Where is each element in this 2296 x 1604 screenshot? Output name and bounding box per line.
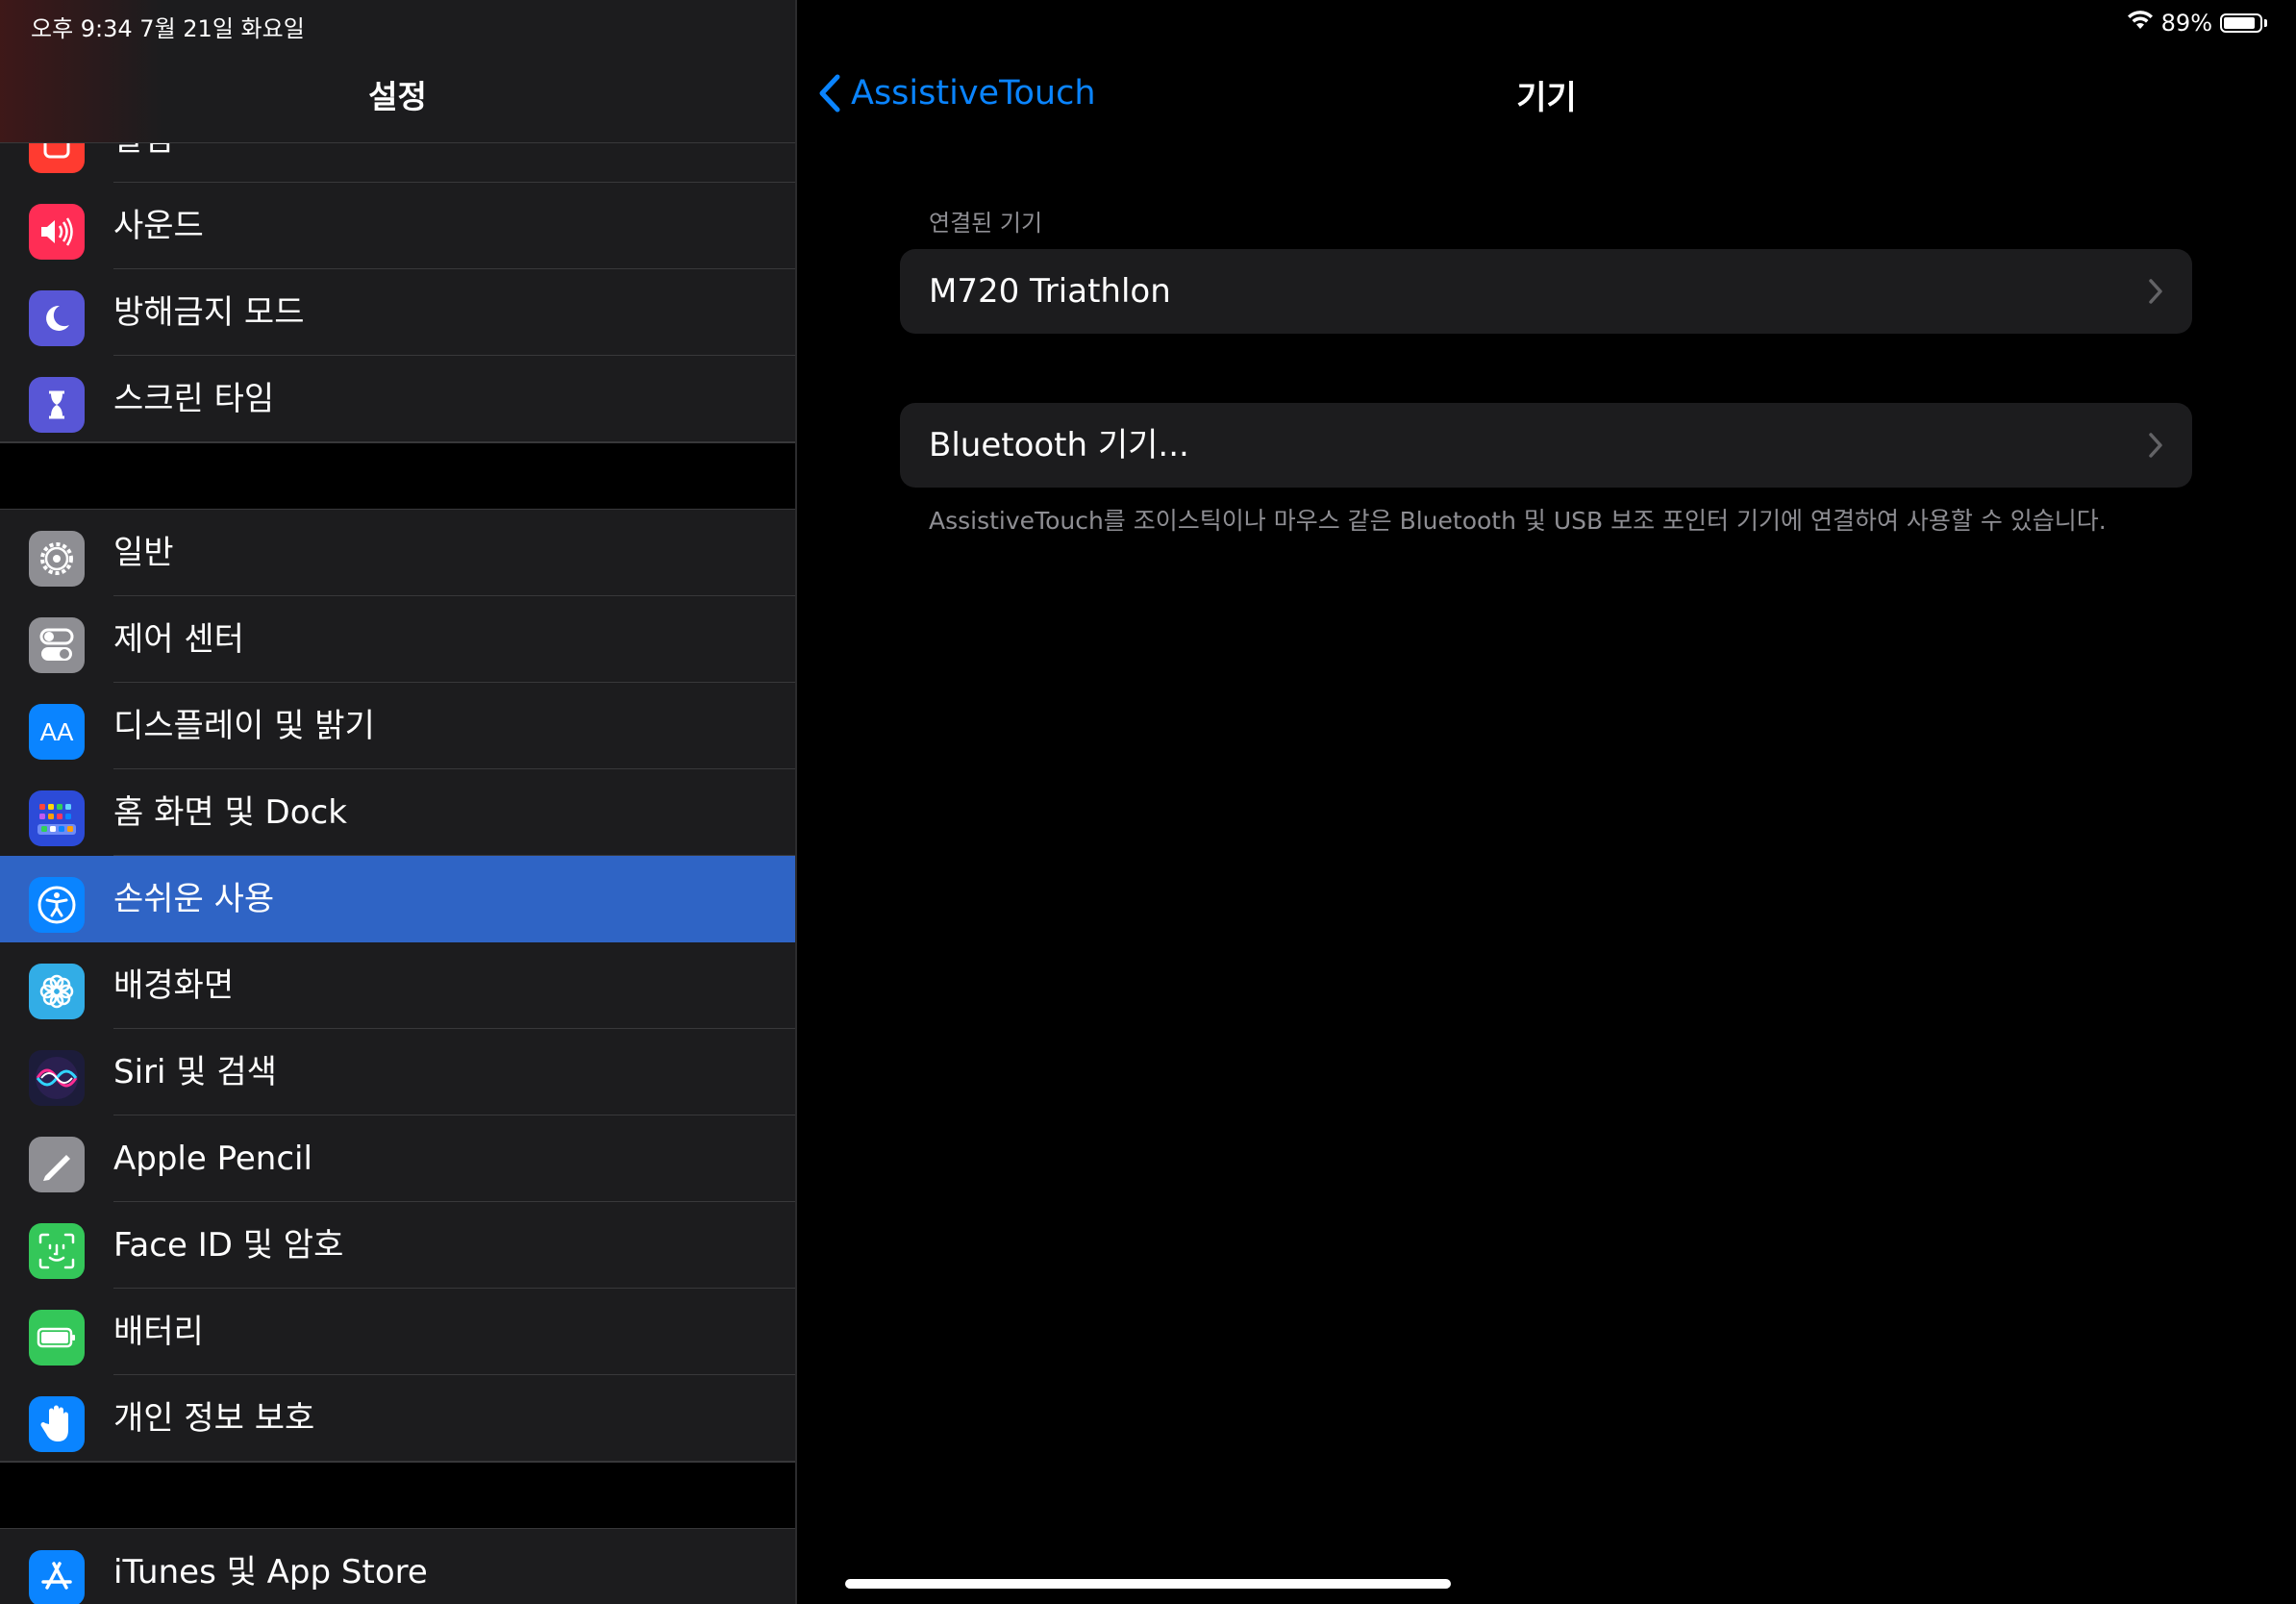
battery-indicator [2220, 13, 2262, 33]
sidebar-item-label: Apple Pencil [113, 1140, 312, 1178]
chevron-right-icon [2149, 433, 2162, 458]
connected-device-row[interactable]: M720 Triathlon [900, 249, 2192, 334]
row-divider [0, 441, 795, 442]
sidebar-item-siri-search[interactable]: Siri 및 검색 [0, 1029, 795, 1115]
sidebar-item-label: iTunes 및 App Store [113, 1553, 428, 1591]
text-size-glyph: AA [39, 716, 74, 746]
bluetooth-devices-row[interactable]: Bluetooth 기기... [900, 403, 2192, 488]
section-footer: AssistiveTouch를 조이스틱이나 마우스 같은 Bluetooth … [929, 507, 2107, 535]
connected-device-name: M720 Triathlon [929, 272, 1171, 311]
sidebar-item-face-id-passcode[interactable]: Face ID 및 암호 [0, 1202, 795, 1289]
sidebar-item-home-screen-dock[interactable]: 홈 화면 및 Dock [0, 769, 795, 856]
sidebar-item-label: 디스플레이 및 밝기 [113, 707, 375, 745]
sidebar-item-label: 개인 정보 보호 [113, 1399, 315, 1438]
sidebar-item-apple-pencil[interactable]: Apple Pencil [0, 1115, 795, 1202]
bluetooth-devices-label: Bluetooth 기기... [929, 426, 1189, 464]
detail-pane: AssistiveTouch 기기 연결된 기기 M720 Triathlon … [797, 0, 2296, 1604]
sidebar-item-wallpaper[interactable]: 배경화면 [0, 942, 795, 1029]
flower-icon [29, 964, 85, 1019]
sidebar-item-sounds[interactable]: 사운드 [0, 183, 795, 269]
status-bar: 오후 9:34 7월 21일 화요일 89% [0, 0, 2296, 42]
sidebar-item-do-not-disturb[interactable]: 방해금지 모드 [0, 269, 795, 356]
face-id-icon [29, 1223, 85, 1279]
sidebar-item-label: 홈 화면 및 Dock [113, 793, 347, 832]
battery-percent: 89% [2160, 10, 2212, 37]
status-right: 89% [2127, 10, 2267, 37]
battery-cap [2264, 19, 2267, 27]
pencil-icon [29, 1137, 85, 1192]
siri-icon [29, 1050, 85, 1106]
home-indicator[interactable] [845, 1579, 1451, 1589]
sidebar-item-label: 배경화면 [113, 966, 235, 1005]
app-store-icon [29, 1550, 85, 1604]
sidebar-item-privacy[interactable]: 개인 정보 보호 [0, 1375, 795, 1462]
section-gap [0, 1462, 795, 1529]
battery-level [2224, 17, 2255, 29]
section-header: 연결된 기기 [929, 210, 1043, 237]
hand-icon [29, 1396, 85, 1452]
sidebar-item-general[interactable]: 일반 [0, 510, 795, 596]
speaker-icon [29, 204, 85, 260]
moon-icon [29, 290, 85, 346]
sidebar-item-itunes-app-store[interactable]: iTunes 및 App Store [0, 1529, 795, 1604]
sidebar-item-label: 방해금지 모드 [113, 293, 305, 332]
sidebar-item-label: 손쉬운 사용 [113, 880, 275, 918]
page-title: 기기 [1516, 79, 1577, 117]
sidebar-item-label: 제어 센터 [113, 620, 244, 659]
sidebar-item-display-brightness[interactable]: AA 디스플레이 및 밝기 [0, 683, 795, 769]
battery-icon [29, 1310, 85, 1366]
sidebar-item-battery[interactable]: 배터리 [0, 1289, 795, 1375]
hourglass-icon [29, 377, 85, 433]
sidebar-item-label: 사운드 [113, 207, 204, 245]
app-grid-icon [29, 790, 85, 846]
chevron-right-icon [2149, 279, 2162, 304]
section-gap [0, 442, 795, 510]
settings-list[interactable]: 알림 사운드 방해금지 모드 스크린 타임 [0, 96, 795, 1604]
toggles-icon [29, 617, 85, 673]
text-size-icon: AA [29, 704, 85, 760]
sidebar-item-label: 배터리 [113, 1313, 204, 1351]
settings-sidebar[interactable]: 설정 알림 사운드 방해금지 모드 [0, 0, 797, 1604]
sidebar-item-label: Face ID 및 암호 [113, 1226, 344, 1265]
sidebar-title: 설정 [368, 78, 427, 115]
sidebar-item-screen-time[interactable]: 스크린 타임 [0, 356, 795, 442]
sidebar-item-label: 일반 [113, 534, 174, 572]
status-time: 오후 9:34 7월 21일 화요일 [31, 15, 305, 42]
wifi-icon [2127, 10, 2154, 37]
row-divider [0, 1461, 795, 1462]
sidebar-item-accessibility[interactable]: 손쉬운 사용 [0, 856, 795, 942]
accessibility-icon [29, 877, 85, 933]
sidebar-item-control-center[interactable]: 제어 센터 [0, 596, 795, 683]
sidebar-item-label: Siri 및 검색 [113, 1053, 277, 1091]
gear-icon [29, 531, 85, 587]
sidebar-item-label: 스크린 타임 [113, 380, 275, 418]
